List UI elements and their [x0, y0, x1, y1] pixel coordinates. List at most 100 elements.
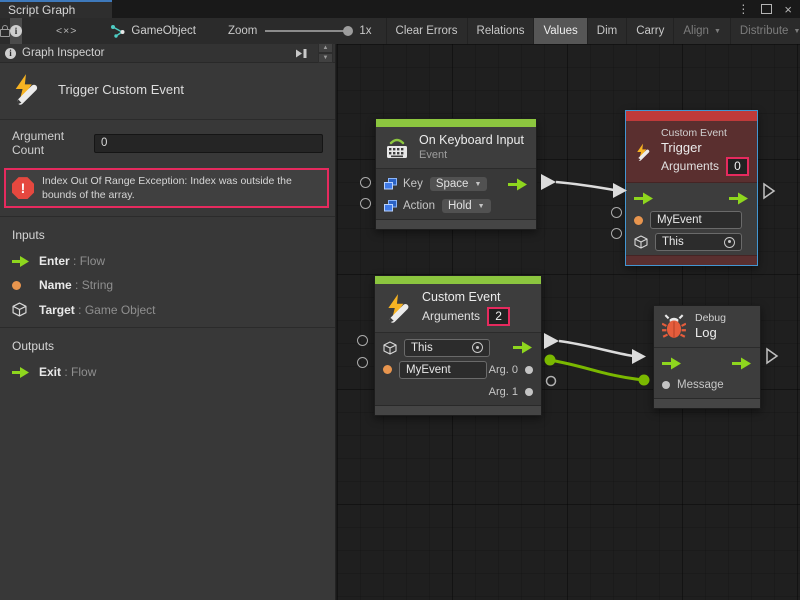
input-row-enter: Enter : Flow	[0, 249, 335, 273]
flow-input-port[interactable]	[662, 357, 682, 370]
arg0-output-port[interactable]	[525, 366, 533, 374]
key-dropdown[interactable]: Space▼	[430, 177, 488, 191]
trigger-name-port[interactable]	[611, 207, 622, 218]
node-footer	[375, 405, 541, 415]
zoom-value: 1x	[359, 25, 371, 37]
wire-arg0-to-message	[545, 355, 650, 386]
node-header: Custom Event Trigger Arguments 0	[626, 121, 757, 183]
node-footer	[626, 255, 757, 265]
inputs-header: Inputs	[0, 217, 335, 249]
node-custom-event[interactable]: Custom Event Arguments 2 This	[374, 275, 542, 416]
node-row-action: Action Hold▼	[376, 195, 536, 217]
spinner-down-icon[interactable]: ▼	[318, 53, 333, 63]
graph-inspector-panel: i Graph Inspector ▲ ▼ Trigger Custom Eve…	[0, 44, 336, 600]
node-trigger-custom-event[interactable]: Custom Event Trigger Arguments 0	[625, 110, 758, 266]
row-label: Action	[403, 200, 435, 212]
window-tab-bar: Script Graph ⋮ ×	[0, 0, 800, 18]
window-menu-icon[interactable]: ⋮	[737, 3, 749, 15]
node-title: On Keyboard Input	[419, 133, 524, 149]
node-accent-bar	[376, 119, 536, 127]
flow-output-port[interactable]	[732, 357, 752, 370]
node-accent-bar	[375, 276, 541, 284]
zoom-control: Zoom 1x	[228, 25, 372, 37]
inspect-button[interactable]: i	[10, 18, 22, 44]
distribute-button[interactable]: Distribute▼	[730, 18, 800, 44]
chevron-down-icon: ▼	[793, 28, 800, 35]
lock-button[interactable]	[0, 18, 10, 44]
keyboard-action-port[interactable]	[360, 198, 371, 209]
string-port-icon	[634, 216, 643, 225]
customevent-name-port[interactable]	[357, 357, 368, 368]
window-close-icon[interactable]: ×	[784, 3, 792, 16]
cube-icon	[634, 235, 648, 249]
chevron-down-icon: ▼	[474, 181, 481, 188]
tab-script-graph[interactable]: Script Graph	[0, 0, 112, 18]
flow-output-port[interactable]	[513, 341, 533, 354]
info-icon: i	[10, 25, 22, 37]
arg1-output-port[interactable]	[525, 388, 533, 396]
gameobject-context[interactable]: GameObject	[111, 25, 196, 38]
arg0-label: Arg. 0	[489, 364, 518, 376]
graph-inspector-header: i Graph Inspector ▲ ▼	[0, 44, 335, 63]
flow-output-port[interactable]	[729, 192, 749, 205]
dim-button[interactable]: Dim	[587, 18, 626, 44]
node-row-event-name: MyEvent Arg. 0	[375, 359, 541, 381]
node-row-event-name: MyEvent	[626, 209, 757, 231]
window-maximize-icon[interactable]	[761, 4, 772, 14]
node-row-target: This	[375, 337, 541, 359]
node-category: Custom Event	[661, 127, 749, 140]
node-on-keyboard-input[interactable]: On Keyboard Input Event Key Space▼	[375, 118, 537, 230]
error-icon: !	[12, 177, 34, 199]
node-title: Log	[695, 325, 726, 341]
argument-count-input[interactable]	[94, 134, 323, 153]
node-header: Custom Event Arguments 2	[375, 284, 541, 333]
target-field[interactable]: This	[655, 233, 742, 251]
argument-count-label: Argument Count	[12, 129, 94, 157]
arguments-label: Arguments	[422, 309, 480, 324]
spinner-up-icon[interactable]: ▲	[318, 43, 333, 53]
target-field[interactable]: This	[404, 339, 490, 357]
object-picker-icon[interactable]	[472, 342, 483, 353]
carry-button[interactable]: Carry	[626, 18, 673, 44]
arguments-value-error[interactable]: 0	[726, 157, 749, 176]
keyboard-key-port[interactable]	[360, 177, 371, 188]
dock-panel-icon[interactable]	[294, 48, 308, 59]
action-dropdown[interactable]: Hold▼	[442, 199, 491, 213]
clear-errors-button[interactable]: Clear Errors	[386, 18, 467, 44]
trigger-target-port[interactable]	[611, 228, 622, 239]
error-banner: ! Index Out Of Range Exception: Index wa…	[4, 168, 329, 208]
event-name-field[interactable]: MyEvent	[399, 361, 487, 379]
node-subtitle: Event	[419, 149, 524, 163]
input-control-icon	[384, 178, 397, 190]
zoom-slider-handle[interactable]	[343, 26, 353, 36]
values-button[interactable]: Values	[533, 18, 586, 44]
input-row-name: Name : String	[0, 273, 335, 297]
arg1-outer-port[interactable]	[547, 377, 556, 386]
graph-canvas[interactable]: On Keyboard Input Event Key Space▼	[337, 44, 800, 600]
node-row-message: Message	[654, 374, 760, 396]
object-picker-icon[interactable]	[724, 237, 735, 248]
csharp-preview-button[interactable]: <×>	[56, 25, 77, 37]
flow-input-port[interactable]	[634, 192, 654, 205]
align-button[interactable]: Align▼	[673, 18, 730, 44]
arg1-label: Arg. 1	[489, 386, 518, 398]
string-port-icon	[383, 365, 392, 374]
error-message: Index Out Of Range Exception: Index was …	[42, 174, 321, 202]
relations-button[interactable]: Relations	[467, 18, 534, 44]
node-header: Debug Log	[654, 306, 760, 348]
flow-arrow-icon	[12, 256, 30, 267]
log-exit-port[interactable]	[767, 349, 777, 363]
wire-customevent-to-log	[544, 333, 646, 364]
output-row-exit: Exit : Flow	[0, 360, 335, 389]
arguments-value-error[interactable]: 2	[487, 307, 510, 326]
flow-output-port[interactable]	[508, 178, 528, 191]
node-debug-log[interactable]: Debug Log Message	[653, 305, 761, 409]
message-input-port[interactable]	[662, 381, 670, 389]
trigger-exit-port[interactable]	[764, 184, 774, 198]
customevent-target-port[interactable]	[357, 335, 368, 346]
zoom-label: Zoom	[228, 25, 257, 37]
zoom-slider[interactable]	[265, 30, 351, 32]
custom-event-icon	[634, 137, 652, 167]
event-name-field[interactable]: MyEvent	[650, 211, 742, 229]
node-title: Custom Event	[422, 290, 510, 306]
